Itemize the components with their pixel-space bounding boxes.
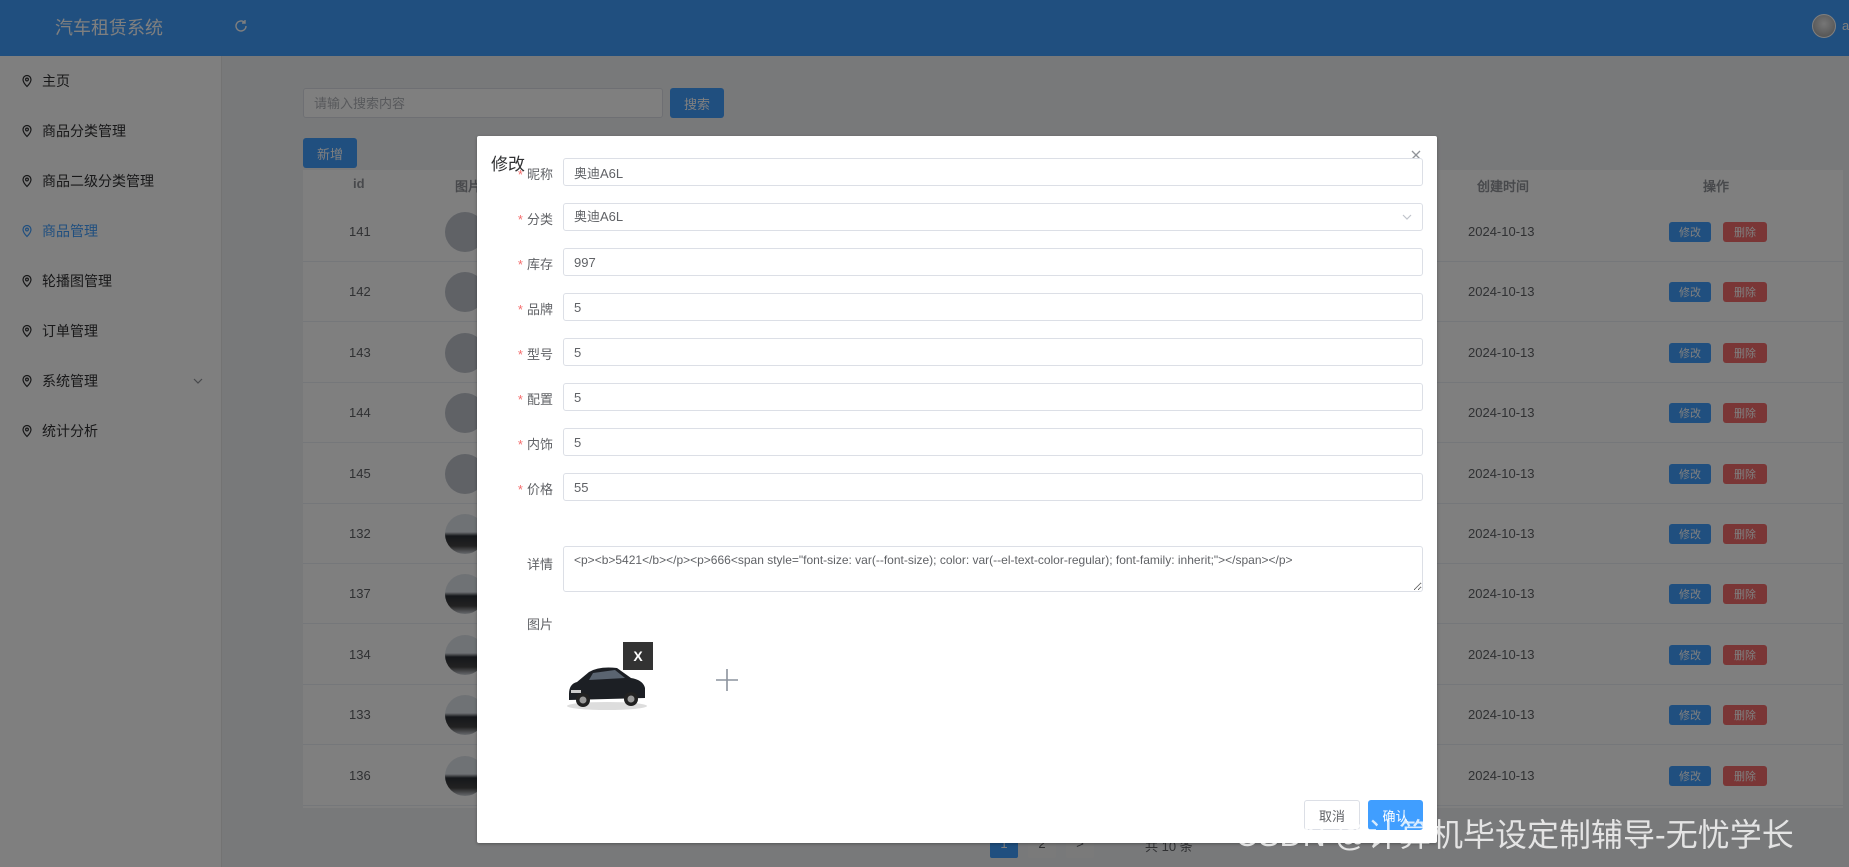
form-label: * 品牌 bbox=[477, 299, 553, 318]
edit-dialog: 修改 详情 图片 X 取消 确认 *昵称*分类奥迪A6L*库存*品牌*型号*配置… bbox=[477, 136, 1437, 843]
form-label: * 内饰 bbox=[477, 434, 553, 453]
form-label: * 价格 bbox=[477, 479, 553, 498]
required-asterisk: * bbox=[517, 302, 523, 317]
form-label-text: 内饰 bbox=[526, 437, 553, 452]
category-select[interactable]: 奥迪A6L bbox=[563, 203, 1423, 231]
form-label: * 型号 bbox=[477, 344, 553, 363]
form-label-text: 配置 bbox=[526, 392, 553, 407]
required-asterisk: * bbox=[517, 482, 523, 497]
chevron-down-icon bbox=[1402, 214, 1412, 220]
form-field-input[interactable] bbox=[563, 338, 1423, 366]
form-label: * 库存 bbox=[477, 254, 553, 273]
required-asterisk: * bbox=[517, 347, 523, 362]
form-field-input[interactable] bbox=[563, 248, 1423, 276]
select-value: 奥迪A6L bbox=[574, 209, 624, 224]
required-asterisk: * bbox=[517, 167, 523, 182]
form-label-text: 库存 bbox=[526, 257, 553, 272]
form-field-input[interactable] bbox=[563, 158, 1423, 186]
form-label-text: 价格 bbox=[526, 482, 553, 497]
form-label: * 配置 bbox=[477, 389, 553, 408]
form-label: * 分类 bbox=[477, 209, 553, 228]
watermark: CSDN @计算机毕设定制辅导-无忧学长 bbox=[1235, 817, 1794, 853]
required-asterisk: * bbox=[517, 257, 523, 272]
required-asterisk: * bbox=[517, 392, 523, 407]
form-label-text: 品牌 bbox=[526, 302, 553, 317]
form-label-text: 型号 bbox=[526, 347, 553, 362]
form-label-text: 分类 bbox=[526, 212, 553, 227]
required-asterisk: * bbox=[517, 212, 523, 227]
remove-image-button[interactable]: X bbox=[623, 642, 653, 670]
required-asterisk: * bbox=[517, 437, 523, 452]
form-label-text: 昵称 bbox=[526, 167, 553, 182]
plus-icon[interactable] bbox=[713, 666, 741, 694]
form-field-input[interactable] bbox=[563, 473, 1423, 501]
form-field-input[interactable] bbox=[563, 293, 1423, 321]
form-field-input[interactable] bbox=[563, 428, 1423, 456]
detail-label: 详情 bbox=[526, 557, 553, 572]
form-field-input[interactable] bbox=[563, 383, 1423, 411]
detail-textarea[interactable] bbox=[563, 546, 1423, 592]
image-label: 图片 bbox=[526, 617, 553, 632]
form-label: * 昵称 bbox=[477, 164, 553, 183]
